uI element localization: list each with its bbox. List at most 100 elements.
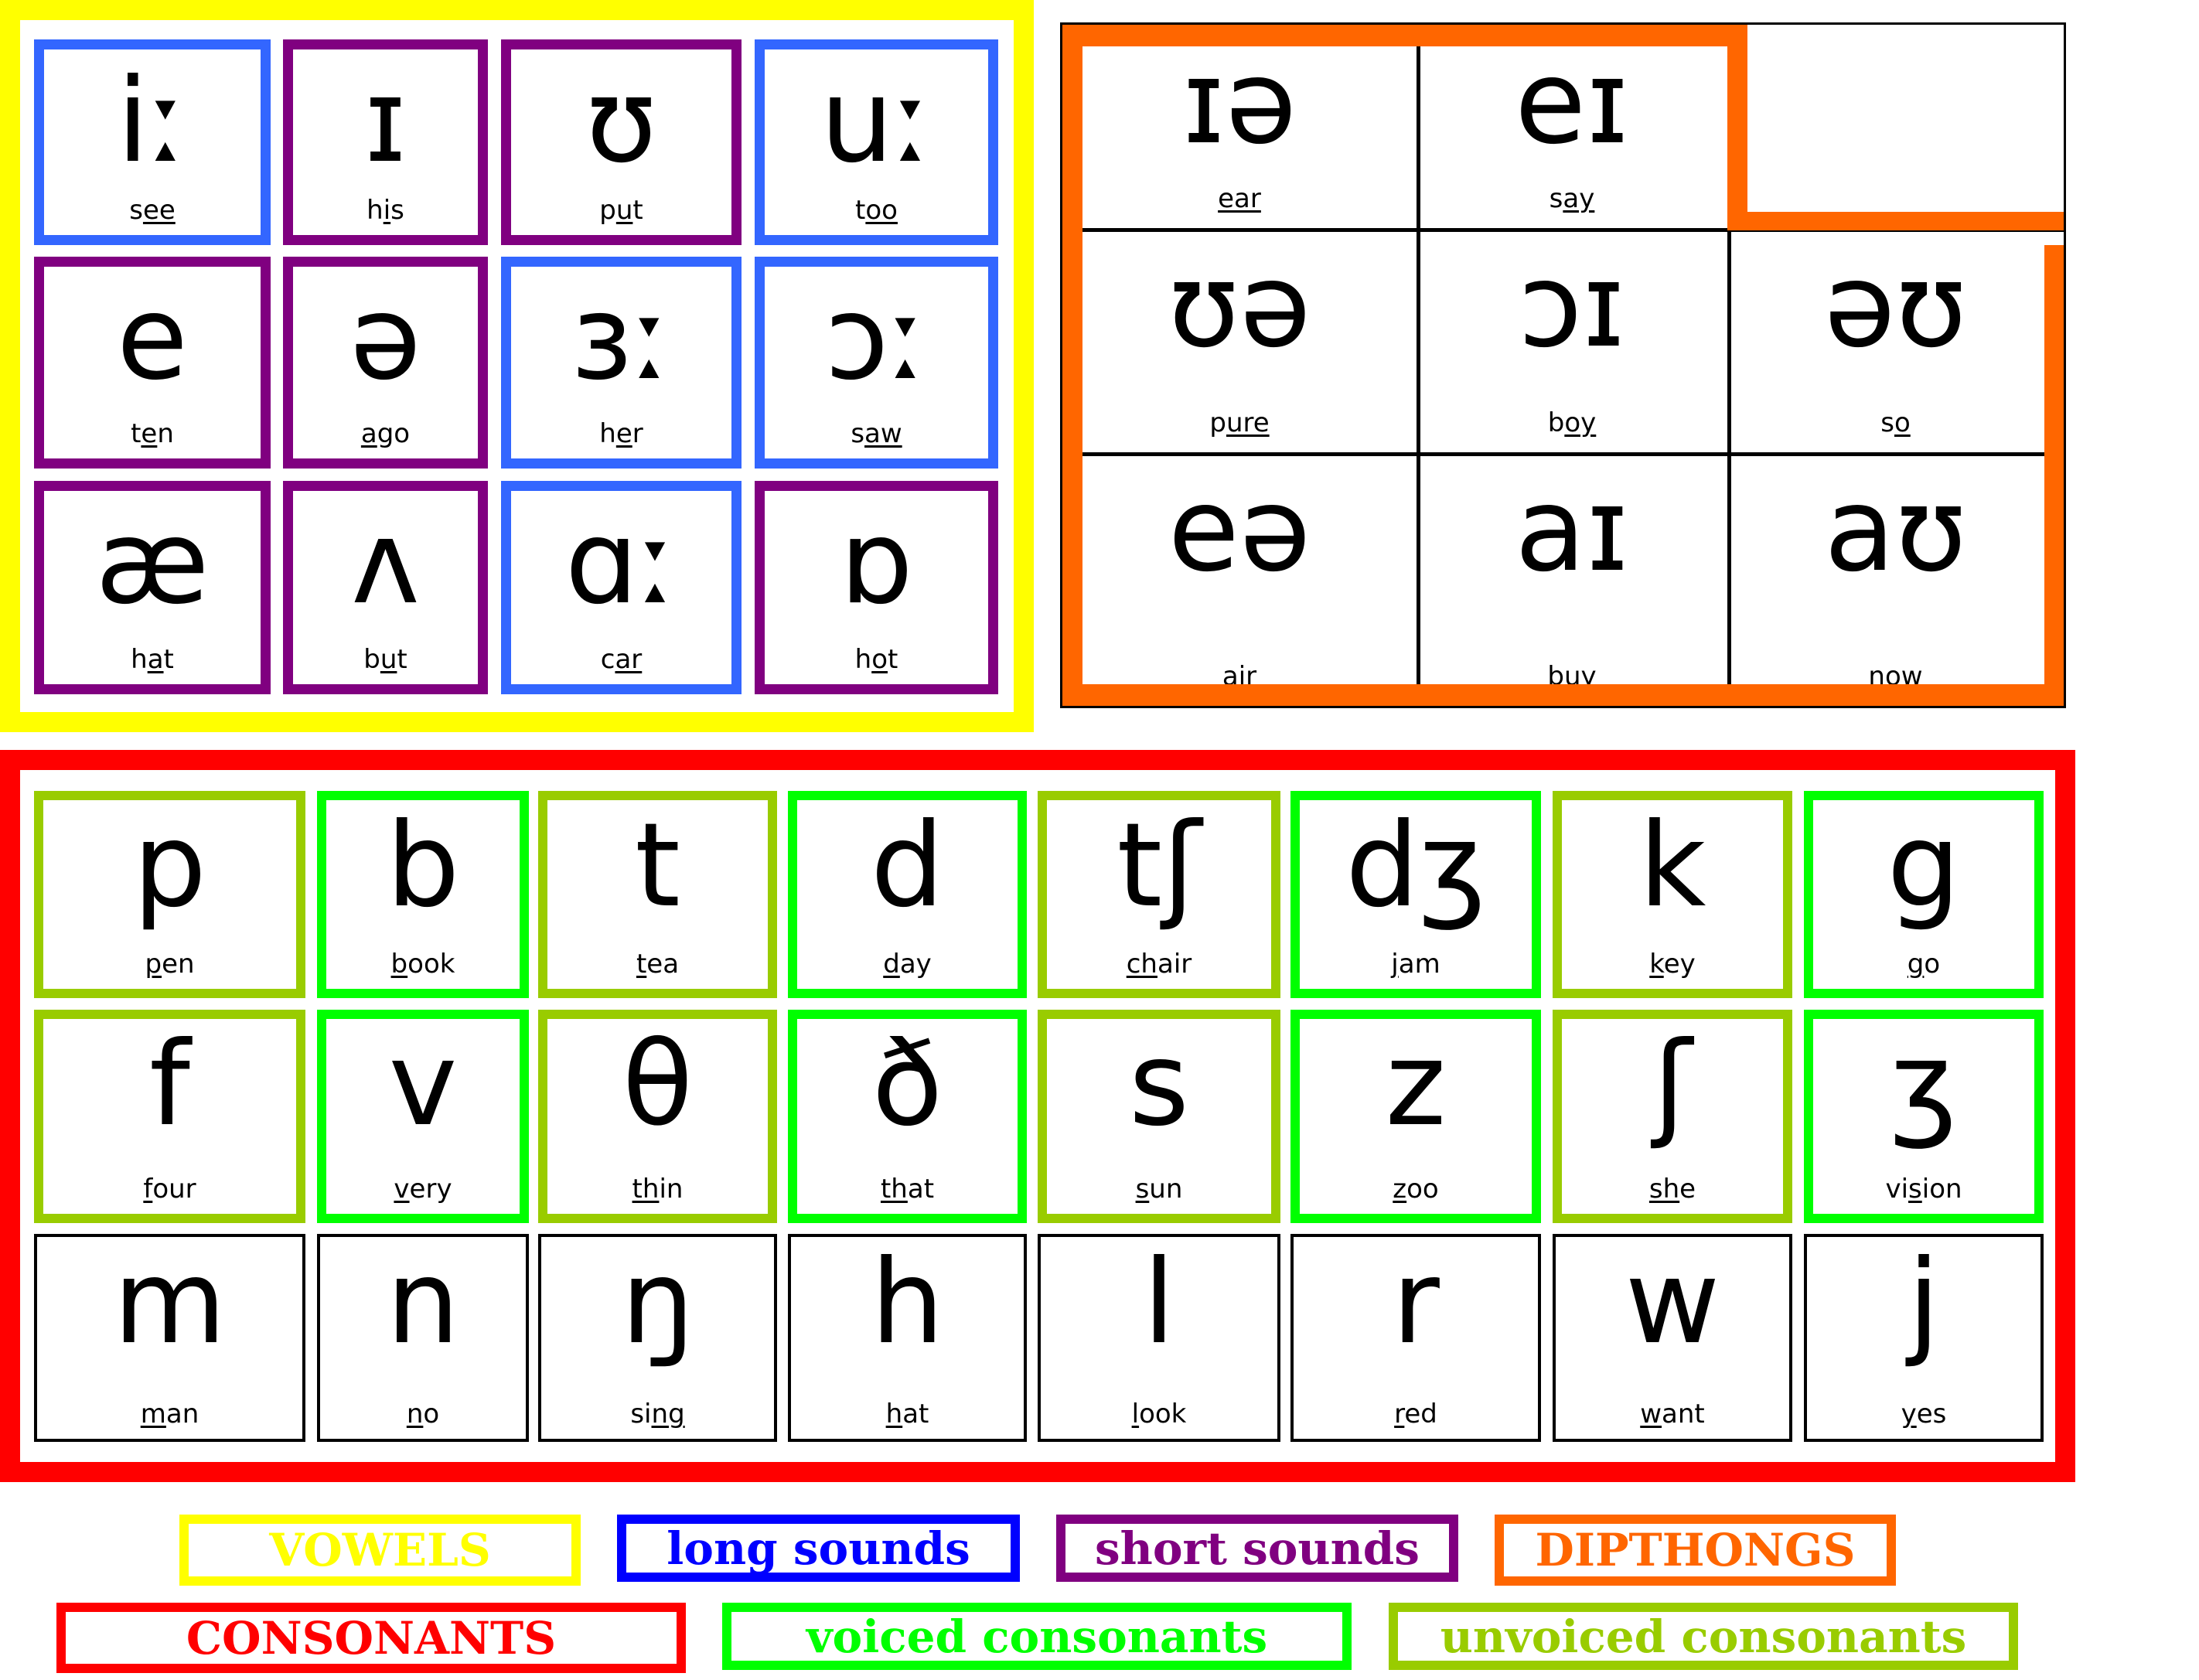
phoneme-symbol: ʒ <box>1890 1017 1958 1152</box>
diphthong-tile[interactable]: eɪ say <box>1417 25 1727 228</box>
phoneme-symbol: ð <box>871 1017 943 1152</box>
example-word: go <box>1907 949 1941 980</box>
diphthong-tile[interactable]: aʊ now <box>1727 452 2064 706</box>
vowel-tile-short[interactable]: ɒ hot <box>755 481 998 694</box>
example-word: pen <box>145 949 195 980</box>
consonant-tile-plain[interactable]: w want <box>1553 1234 1792 1442</box>
consonant-tile-voiced[interactable]: ð that <box>788 1010 1027 1223</box>
diphthong-tile[interactable]: əʊ so <box>1727 228 2064 452</box>
legend-vowels: VOWELS <box>179 1515 581 1586</box>
vowel-tile-short[interactable]: æ hat <box>34 481 271 694</box>
phoneme-symbol: əʊ <box>1824 239 1967 373</box>
consonant-tile-plain[interactable]: n no <box>317 1234 529 1442</box>
example-word: put <box>599 195 643 226</box>
consonant-tile-unvoiced[interactable]: ʃ she <box>1553 1010 1792 1223</box>
phoneme-symbol: ɒ <box>839 496 914 630</box>
grid-line <box>1417 25 1420 706</box>
diphthong-tile[interactable]: ɔɪ boy <box>1417 228 1727 452</box>
phoneme-symbol: ɜː <box>571 271 672 406</box>
example-word: tea <box>636 949 680 980</box>
example-word: ten <box>131 418 174 449</box>
consonant-tile-unvoiced[interactable]: k key <box>1553 791 1792 998</box>
consonant-tile-plain[interactable]: m man <box>34 1234 305 1442</box>
phoneme-symbol: r <box>1392 1235 1440 1370</box>
phoneme-symbol: ɔː <box>825 271 928 406</box>
consonant-tile-voiced[interactable]: g go <box>1804 791 2044 998</box>
phoneme-symbol: ʃ <box>1652 1017 1693 1152</box>
legend-dipthongs: DIPTHONGS <box>1495 1515 1896 1586</box>
diphthong-tile[interactable]: ʊə pure <box>1062 228 1417 452</box>
diphthong-tile[interactable]: aɪ buy <box>1417 452 1727 706</box>
phoneme-symbol: eə <box>1168 463 1311 598</box>
example-word: day <box>883 949 932 980</box>
example-word: his <box>366 195 404 226</box>
example-word: say <box>1549 183 1595 214</box>
phoneme-symbol: d <box>870 799 945 933</box>
vowel-tile-short[interactable]: ə ago <box>283 257 488 469</box>
phoneme-symbol: t <box>635 799 680 933</box>
example-word: ear <box>1218 183 1261 214</box>
vowel-tile-short[interactable]: ʊ put <box>501 39 742 245</box>
consonant-tile-plain[interactable]: l look <box>1038 1234 1280 1442</box>
example-word: man <box>140 1399 199 1430</box>
vowel-tile-long[interactable]: ɔː saw <box>755 257 998 469</box>
phoneme-symbol: n <box>386 1235 460 1370</box>
phoneme-symbol: ʌ <box>351 496 420 630</box>
consonant-tile-unvoiced[interactable]: θ thin <box>538 1010 777 1223</box>
consonant-tile-plain[interactable]: j yes <box>1804 1234 2044 1442</box>
phoneme-symbol: p <box>132 799 207 933</box>
phoneme-symbol: w <box>1625 1235 1720 1370</box>
phoneme-symbol: s <box>1128 1017 1190 1152</box>
vowel-tile-short[interactable]: ɪ his <box>283 39 488 245</box>
phoneme-symbol: ɪ <box>363 54 407 189</box>
legend-short-sounds: short sounds <box>1056 1515 1458 1582</box>
vowel-tile-long[interactable]: uː too <box>755 39 998 245</box>
vowel-tile-short[interactable]: ʌ but <box>283 481 488 694</box>
example-word: jam <box>1391 949 1440 980</box>
diphthong-tile[interactable]: ɪə ear <box>1062 25 1417 228</box>
example-word: four <box>143 1174 196 1205</box>
diphthong-tile[interactable]: eə air <box>1062 452 1417 706</box>
phoneme-symbol: aʊ <box>1824 463 1967 598</box>
example-word: chair <box>1126 949 1192 980</box>
example-word: thin <box>632 1174 684 1205</box>
consonant-tile-voiced[interactable]: d day <box>788 791 1027 998</box>
consonant-tile-unvoiced[interactable]: f four <box>34 1010 305 1223</box>
phoneme-symbol: g <box>1887 799 1961 933</box>
consonant-tile-unvoiced[interactable]: tʃ chair <box>1038 791 1280 998</box>
example-word: too <box>855 195 898 226</box>
example-word: ago <box>360 418 411 449</box>
diphthong-outline <box>1727 212 2064 230</box>
phoneme-symbol: f <box>149 1017 190 1152</box>
consonant-tile-voiced[interactable]: v very <box>317 1010 529 1223</box>
diphthong-outline <box>2044 245 2064 706</box>
phoneme-symbol: aɪ <box>1515 463 1629 598</box>
phoneme-symbol: l <box>1143 1235 1175 1370</box>
phoneme-symbol: ʊə <box>1168 239 1311 373</box>
consonant-tile-voiced[interactable]: ʒ vision <box>1804 1010 2044 1223</box>
vowel-tile-long[interactable]: ɜː her <box>501 257 742 469</box>
consonant-tile-unvoiced[interactable]: s sun <box>1038 1010 1280 1223</box>
phoneme-symbol: v <box>388 1017 458 1152</box>
consonant-tile-plain[interactable]: r red <box>1290 1234 1541 1442</box>
phoneme-symbol: eɪ <box>1514 36 1630 170</box>
vowel-tile-long[interactable]: iː see <box>34 39 271 245</box>
diphthongs-panel: ɪə ear eɪ say ʊə pure ɔɪ boy əʊ so eə air aɪ buy aʊ now <box>1060 22 2066 708</box>
consonant-tile-voiced[interactable]: z zoo <box>1290 1010 1541 1223</box>
phoneme-symbol: tʃ <box>1117 799 1202 933</box>
consonant-tile-plain[interactable]: ŋ sing <box>538 1234 777 1442</box>
consonant-tile-voiced[interactable]: b book <box>317 791 529 998</box>
phoneme-symbol: m <box>113 1235 227 1370</box>
consonant-tile-unvoiced[interactable]: t tea <box>538 791 777 998</box>
consonant-tile-plain[interactable]: h hat <box>788 1234 1027 1442</box>
example-word: key <box>1649 949 1696 980</box>
example-word: book <box>390 949 455 980</box>
example-word: her <box>599 418 643 449</box>
grid-line <box>1062 452 2064 456</box>
consonant-tile-voiced[interactable]: dʒ jam <box>1290 791 1541 998</box>
consonant-tile-unvoiced[interactable]: p pen <box>34 791 305 998</box>
example-word: so <box>1880 407 1911 438</box>
example-word: that <box>880 1174 935 1205</box>
vowel-tile-long[interactable]: ɑː car <box>501 481 742 694</box>
vowel-tile-short[interactable]: e ten <box>34 257 271 469</box>
